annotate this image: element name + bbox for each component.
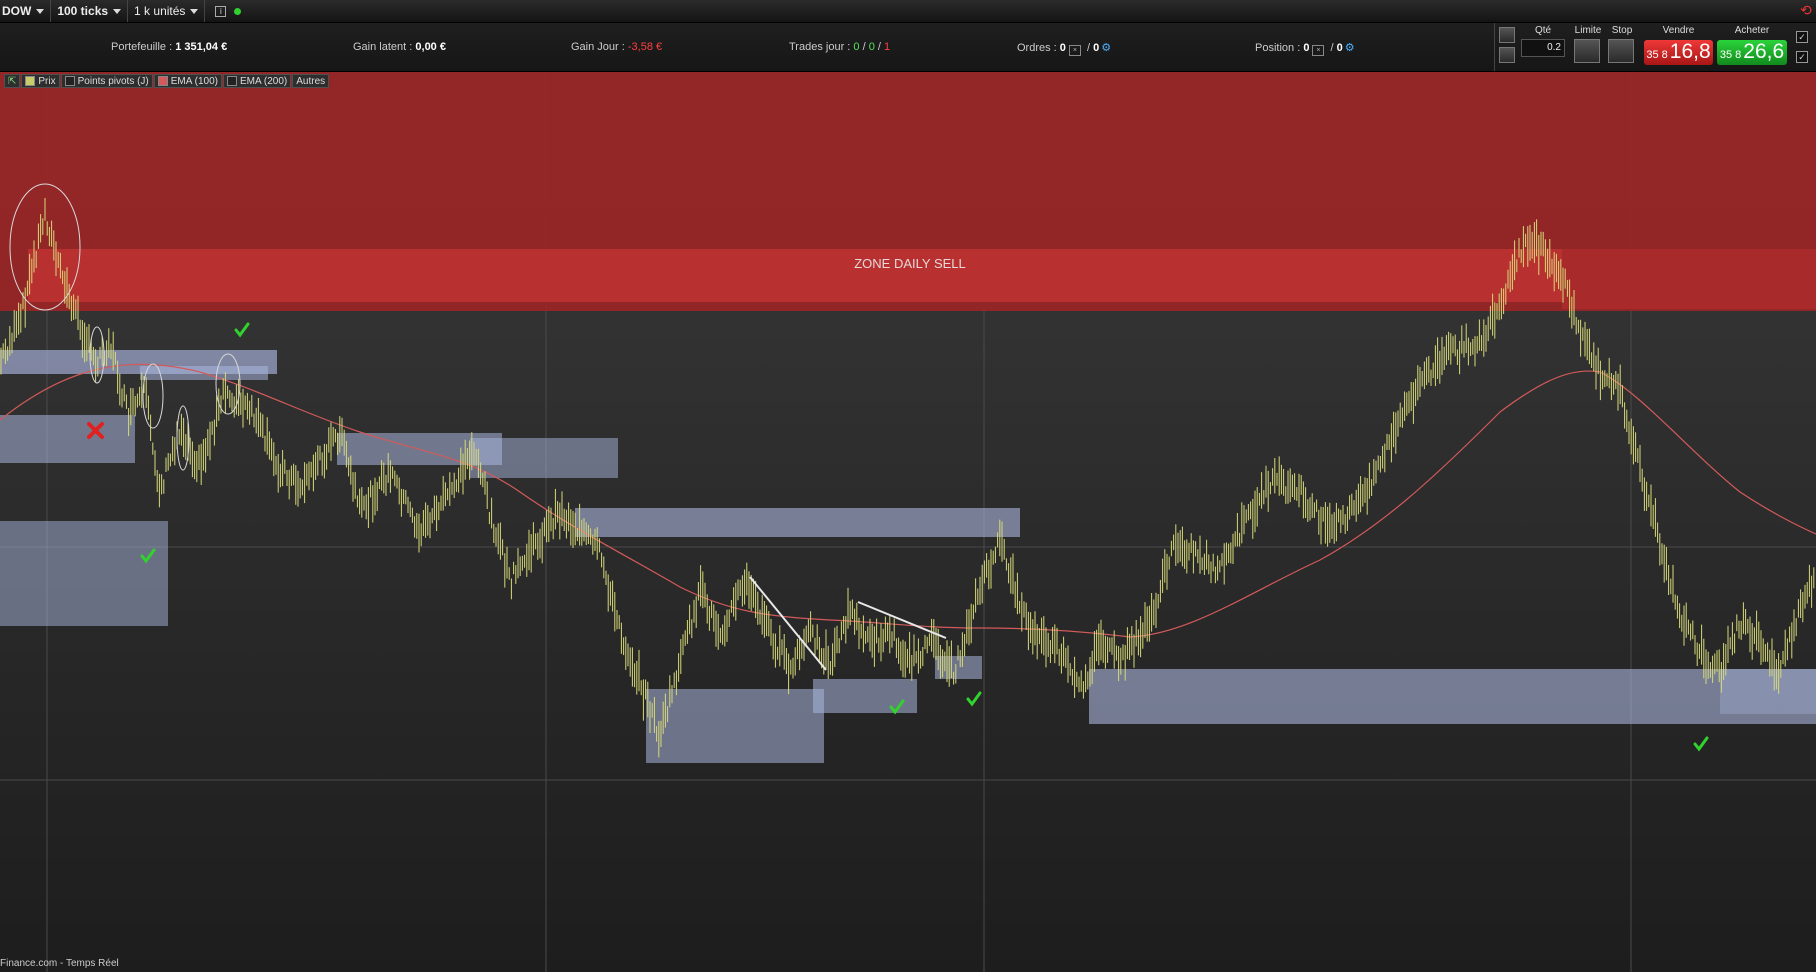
refresh-icon[interactable]: ⟲ [1800, 2, 1812, 19]
latent-gain-value: 0,00 € [415, 41, 446, 53]
chevron-down-icon [190, 8, 199, 14]
day-gain-label: Gain Jour : [571, 41, 625, 53]
zone-box [0, 415, 135, 463]
legend-price-label: Prix [38, 75, 56, 87]
zone-box [0, 521, 168, 626]
limit-label: Limite [1574, 25, 1602, 36]
ema100-swatch [157, 76, 168, 86]
ema200-swatch [227, 76, 238, 86]
units-label: 1 k unités [134, 4, 186, 18]
legend-item-others[interactable]: Autres [292, 74, 330, 88]
position-count-b: 0 [1336, 42, 1343, 54]
limit-order-button[interactable] [1574, 39, 1600, 63]
sell-button[interactable]: 35 8 16,8 [1644, 40, 1713, 65]
legend-item-pivots[interactable]: Points pivots (J) [60, 74, 153, 88]
latent-gain-label: Gain latent : [353, 41, 413, 53]
zone-daily-sell-right [1562, 249, 1816, 309]
legend-pivots-label: Points pivots (J) [77, 75, 149, 87]
stop-order-button[interactable] [1608, 39, 1634, 63]
legend-item-ema100[interactable]: EMA (100) [153, 74, 223, 88]
buy-price-prefix: 35 8 [1719, 49, 1742, 61]
orders-label: Ordres : [1017, 42, 1057, 54]
panel-divider [1494, 23, 1495, 71]
position-stat: Position : 0 × / 0 ⚙ [1255, 41, 1355, 56]
chart-legend: ⇱ Prix Points pivots (J) EMA (100) EMA (… [4, 74, 330, 88]
legend-ema200-label: EMA (200) [240, 75, 288, 87]
trades-label: Trades jour : [789, 41, 851, 53]
orders-list-icon[interactable]: × [1068, 45, 1081, 56]
legend-expand-button[interactable]: ⇱ [4, 74, 21, 88]
zone-box [470, 438, 618, 478]
ticks-dropdown[interactable]: 100 ticks [51, 0, 129, 22]
order-panel: Qté 0.2 Limite Stop Vendre Acheter 35 81… [1494, 23, 1816, 71]
sell-price: 16,8 [1669, 40, 1711, 63]
chevron-down-icon [113, 8, 122, 14]
qty-label: Qté [1534, 25, 1552, 36]
portfolio-label: Portefeuille : [111, 41, 173, 53]
top-toolbar: DOW 100 ticks 1 k unités i [0, 0, 1816, 23]
buy-button[interactable]: 35 8 26,6 [1717, 40, 1787, 65]
buy-price: 26,6 [1743, 40, 1785, 63]
zone-box [1720, 669, 1816, 714]
gear-icon[interactable]: ⚙ [1345, 41, 1355, 54]
units-dropdown[interactable]: 1 k unités [128, 0, 206, 22]
ticks-label: 100 ticks [57, 4, 109, 18]
position-list-icon[interactable]: × [1312, 45, 1325, 56]
zone-box [813, 679, 917, 713]
legend-others-label: Autres [296, 75, 326, 87]
trades-count-c: 1 [884, 41, 891, 53]
zone-box [646, 689, 824, 763]
day-gain-stat: Gain Jour : -3,58 € [571, 41, 662, 53]
price-chart[interactable]: ZONE DAILY SELL [0, 72, 1816, 972]
orders-count-a: 0 [1059, 42, 1066, 54]
orders-count-b: 0 [1093, 42, 1100, 54]
connection-status-icon [234, 7, 242, 15]
zone-box [575, 508, 1020, 537]
stop-label: Stop [1611, 25, 1633, 36]
chevron-down-icon [36, 8, 45, 14]
quantity-input[interactable]: 0.2 [1521, 39, 1565, 57]
option-checkbox[interactable]: ✓ [1796, 51, 1808, 63]
position-label: Position : [1255, 42, 1301, 54]
zone-box [1089, 669, 1816, 724]
pivots-swatch [64, 76, 75, 86]
sell-price-prefix: 35 8 [1646, 49, 1668, 61]
orders-stat: Ordres : 0 × / 0 ⚙ [1017, 41, 1112, 56]
portfolio-stat: Portefeuille : 1 351,04 € [111, 41, 227, 53]
legend-item-ema200[interactable]: EMA (200) [223, 74, 292, 88]
position-count-a: 0 [1303, 42, 1310, 54]
symbol-dropdown[interactable]: DOW [0, 0, 52, 22]
zone-daily-sell-label: ZONE DAILY SELL [854, 256, 966, 271]
legend-ema100-label: EMA (100) [170, 75, 219, 87]
latent-gain-stat: Gain latent : 0,00 € [353, 41, 446, 53]
sell-label: Vendre [1662, 25, 1695, 36]
wrench-icon[interactable] [1499, 27, 1515, 43]
info-icon[interactable]: i [215, 5, 227, 17]
data-source-label: Finance.com - Temps Réel [0, 958, 119, 969]
price-swatch [25, 76, 36, 86]
legend-item-price[interactable]: Prix [21, 74, 60, 88]
day-gain-value: -3,58 € [627, 41, 663, 53]
zone-daily-sell-inner [28, 249, 1562, 302]
gear-icon[interactable]: ⚙ [1101, 41, 1111, 54]
confirm-checkbox[interactable]: ✓ [1796, 31, 1808, 43]
symbol-label: DOW [2, 4, 32, 18]
trades-stat: Trades jour : 0 / 0 / 1 [789, 41, 891, 53]
calculator-icon[interactable] [1499, 47, 1515, 63]
portfolio-value: 1 351,04 € [175, 41, 228, 53]
buy-label: Acheter [1734, 25, 1770, 36]
